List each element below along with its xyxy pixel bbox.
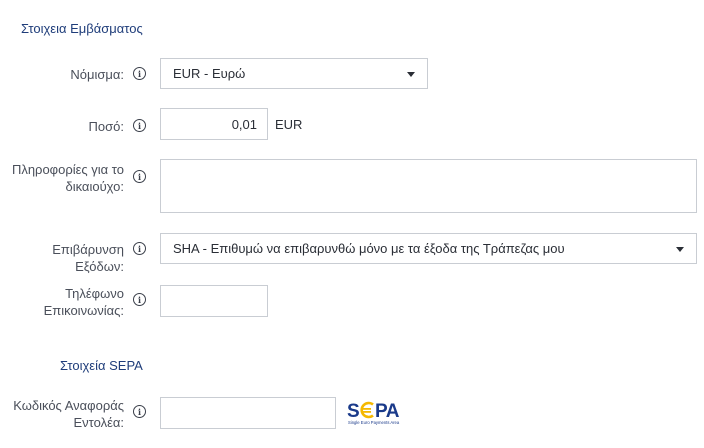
- chevron-down-icon[interactable]: [407, 71, 415, 77]
- phone-input[interactable]: [160, 285, 268, 317]
- sepa-logo: S PA Single Euro Payments Area: [347, 400, 409, 426]
- sepa-logo-graphic: S PA Single Euro Payments Area: [347, 401, 400, 425]
- beneficiary-info-label-line1: Πληροφορίες για το: [11, 162, 124, 177]
- svg-text:PA: PA: [375, 401, 400, 422]
- beneficiary-info-textarea[interactable]: [160, 159, 697, 213]
- mandate-ref-label: Κωδικός Αναφοράς Εντολέα:: [13, 397, 124, 431]
- amount-label: Ποσό:: [88, 119, 124, 134]
- phone-label: Τηλέφωνο Επικοινωνίας:: [44, 285, 124, 319]
- mandate-ref-label-line2: Εντολέα:: [73, 415, 124, 430]
- chevron-down-icon[interactable]: [676, 246, 684, 252]
- info-icon[interactable]: i: [133, 293, 146, 306]
- section-title-remittance: Στοιχεια Εμβάσματος: [21, 21, 143, 36]
- info-icon[interactable]: i: [133, 170, 146, 183]
- amount-currency-unit: EUR: [275, 117, 303, 132]
- amount-input[interactable]: 0,01: [160, 108, 268, 140]
- charges-value: SHA - Επιθυμώ να επιβαρυνθώ μόνο με τα έ…: [173, 241, 565, 256]
- info-icon[interactable]: i: [133, 242, 146, 255]
- svg-text:S: S: [347, 401, 359, 422]
- info-icon[interactable]: i: [133, 119, 146, 132]
- beneficiary-info-label-line2: δικαιούχο:: [65, 179, 124, 194]
- currency-select[interactable]: EUR - Ευρώ: [160, 58, 428, 89]
- sepa-tagline: Single Euro Payments Area: [348, 420, 400, 425]
- beneficiary-info-label: Πληροφορίες για το δικαιούχο:: [12, 161, 124, 195]
- info-icon[interactable]: i: [133, 405, 146, 418]
- amount-value: 0,01: [231, 116, 257, 132]
- phone-label-line1: Τηλέφωνο: [65, 286, 124, 301]
- mandate-ref-label-line1: Κωδικός Αναφοράς: [13, 398, 124, 413]
- info-icon[interactable]: i: [133, 67, 146, 80]
- charges-select[interactable]: SHA - Επιθυμώ να επιβαρυνθώ μόνο με τα έ…: [160, 233, 697, 264]
- section-title-sepa: Στοιχεία SEPA: [60, 358, 143, 373]
- charges-label: Επιβάρυνση Εξόδων:: [52, 242, 124, 274]
- phone-label-line2: Επικοινωνίας:: [43, 303, 124, 318]
- currency-label: Νόμισμα:: [70, 67, 124, 82]
- mandate-ref-input[interactable]: [160, 397, 336, 429]
- currency-value: EUR - Ευρώ: [173, 66, 246, 81]
